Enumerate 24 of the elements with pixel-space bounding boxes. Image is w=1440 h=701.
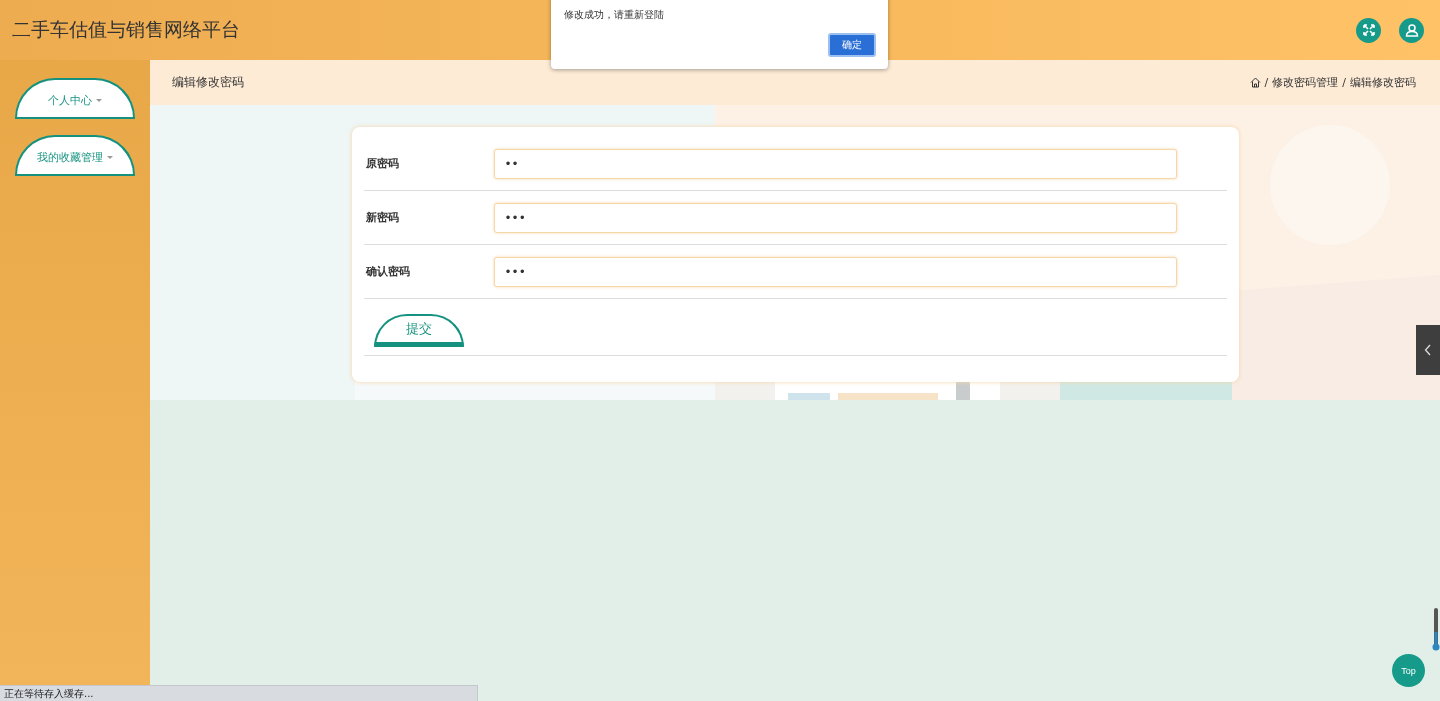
chevron-left-icon <box>1424 344 1432 356</box>
field-label: 原密码 <box>364 156 400 171</box>
breadcrumb-link[interactable]: 修改密码管理 <box>1272 75 1339 90</box>
user-icon[interactable] <box>1399 17 1424 43</box>
breadcrumb-separator: / <box>1264 76 1269 89</box>
ok-button[interactable]: 确定 <box>828 33 876 57</box>
dialog-message: 修改成功，请重新登陆 <box>564 8 664 22</box>
home-icon[interactable] <box>1249 77 1261 88</box>
password-field[interactable]: ••• <box>493 256 1177 287</box>
sidebar-menu-item[interactable]: 个人中心 <box>15 78 135 119</box>
collapse-tab[interactable] <box>1416 325 1440 375</box>
submit-button[interactable]: 提交 <box>373 314 464 347</box>
thermometer-drawing <box>1432 608 1440 652</box>
field-label: 确认密码 <box>364 264 411 279</box>
password-field[interactable]: •• <box>493 148 1177 179</box>
fullscreen-icon[interactable] <box>1356 17 1381 43</box>
page-title: 编辑修改密码 <box>172 74 244 91</box>
site-title: 二手车估值与销售网络平台 <box>12 17 240 42</box>
breadcrumb-link[interactable]: 编辑修改密码 <box>1350 75 1416 90</box>
field-label: 新密码 <box>364 210 400 225</box>
status-text: 正在等待存入缓存... <box>4 688 94 699</box>
breadcrumb-separator: / <box>1342 76 1346 89</box>
sidebar-menu-item[interactable]: 我的收藏管理 <box>15 135 135 176</box>
password-field[interactable]: ••• <box>493 202 1177 233</box>
